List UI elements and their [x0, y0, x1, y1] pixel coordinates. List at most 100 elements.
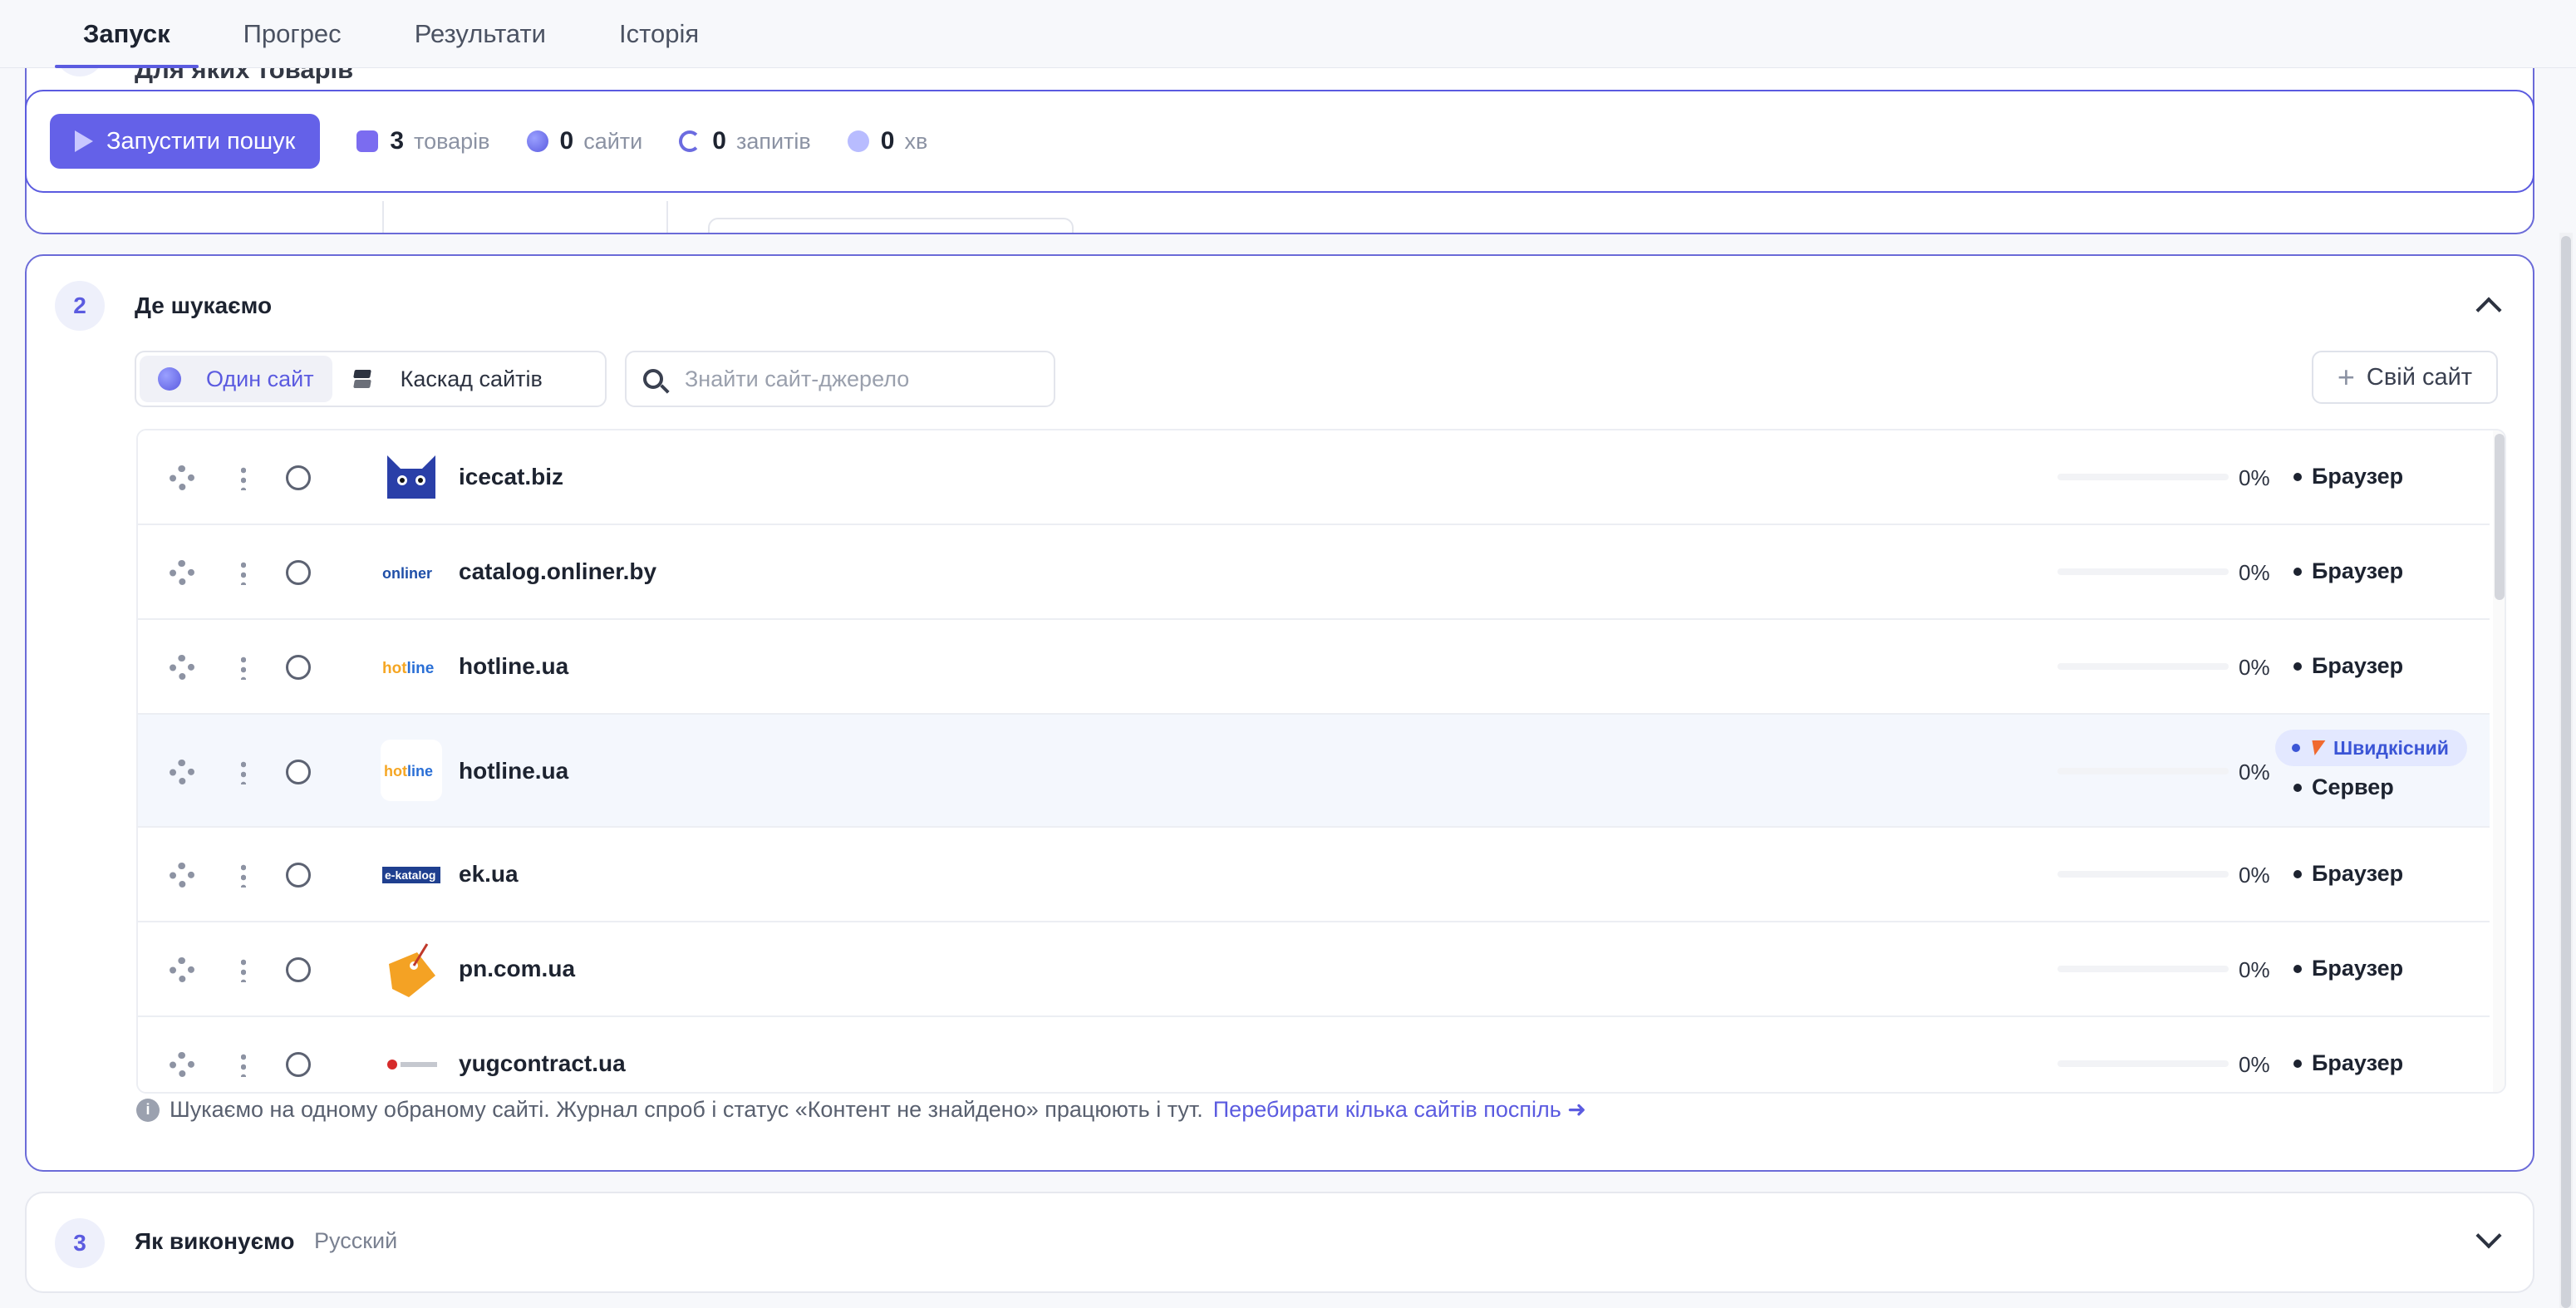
tab-results[interactable]: Результати — [378, 19, 583, 67]
list-scrollbar-thumb[interactable] — [2495, 434, 2505, 600]
execution-mode: Браузер — [2293, 558, 2403, 584]
site-radio[interactable] — [286, 760, 311, 784]
site-list: icecat.biz 0% Браузер onliner catalog.on… — [136, 429, 2506, 1094]
progress-percent: 0% — [2239, 1052, 2270, 1077]
add-site-label: Свій сайт — [2366, 363, 2473, 391]
more-vertical-icon[interactable] — [241, 655, 246, 680]
field-stub — [708, 218, 1074, 233]
tab-progress[interactable]: Прогрес — [207, 19, 378, 67]
site-name: ek.ua — [459, 861, 519, 887]
svg-text:hotline: hotline — [382, 660, 434, 677]
site-radio[interactable] — [286, 957, 311, 982]
site-name: hotline.ua — [459, 653, 569, 679]
run-search-label: Запустити пошук — [106, 127, 296, 155]
stat-value: 3 — [390, 127, 405, 155]
ekatalog-logo: e-katalog — [381, 844, 442, 906]
add-own-site-button[interactable]: + Свій сайт — [2312, 351, 2498, 404]
svg-text:hotline: hotline — [384, 763, 433, 779]
pn-logo — [381, 939, 442, 1001]
stat-value: 0 — [712, 127, 726, 155]
site-name: icecat.biz — [459, 464, 564, 489]
progress-percent: 0% — [2239, 760, 2270, 784]
mode-single-site[interactable]: Один сайт — [140, 356, 332, 402]
progress-bar — [2057, 474, 2229, 480]
expand-chevron-icon[interactable] — [2475, 1222, 2502, 1249]
progress-percent: 0% — [2239, 655, 2270, 680]
gear-icon[interactable] — [170, 863, 194, 888]
more-vertical-icon[interactable] — [241, 1052, 246, 1077]
section-number: 3 — [55, 1218, 105, 1268]
lightning-icon — [2308, 740, 2326, 755]
stat-minutes: 0 хв — [847, 127, 927, 155]
site-radio[interactable] — [286, 1052, 311, 1077]
top-tabs: Запуск Прогрес Результати Історія — [0, 0, 2576, 68]
stat-requests: 0 запитів — [679, 127, 811, 155]
page-scrollbar-thumb[interactable] — [2561, 236, 2571, 1308]
site-radio[interactable] — [286, 465, 311, 490]
info-icon: i — [136, 1098, 160, 1122]
site-name: pn.com.ua — [459, 956, 576, 981]
gear-icon[interactable] — [170, 655, 194, 680]
execution-mode: Браузер — [2293, 956, 2403, 981]
site-row[interactable]: pn.com.ua 0% Браузер — [138, 922, 2490, 1017]
collapse-chevron-icon[interactable] — [2475, 297, 2502, 323]
clock-icon — [847, 130, 869, 152]
run-search-button[interactable]: Запустити пошук — [50, 114, 321, 169]
tab-launch[interactable]: Запуск — [47, 19, 207, 68]
hotline-logo: hotline — [381, 637, 442, 698]
cascade-link[interactable]: Перебирати кілька сайтів поспіль ➜ — [1213, 1097, 1586, 1123]
progress-bar — [2057, 768, 2229, 774]
execution-mode: Браузер — [2293, 861, 2403, 887]
site-search-input[interactable] — [685, 366, 1034, 392]
site-row[interactable]: onliner catalog.onliner.by 0% Браузер — [138, 525, 2490, 620]
stat-sites: 0 сайти — [526, 127, 642, 155]
site-row[interactable]: hotline hotline.ua 0% Швидкісний Сервер — [138, 715, 2490, 828]
globe-icon — [158, 367, 181, 391]
progress-percent: 0% — [2239, 957, 2270, 982]
section-title: Де шукаємо — [135, 293, 273, 318]
more-vertical-icon[interactable] — [241, 957, 246, 982]
site-radio[interactable] — [286, 863, 311, 888]
mode-label: Каскад сайтів — [400, 366, 543, 391]
more-vertical-icon[interactable] — [241, 760, 246, 784]
more-vertical-icon[interactable] — [241, 465, 246, 490]
progress-bar — [2057, 568, 2229, 575]
stat-label: товарів — [414, 128, 490, 154]
site-name: catalog.onliner.by — [459, 558, 657, 584]
tab-history[interactable]: Історія — [583, 19, 735, 67]
mode-cascade[interactable]: Каскад сайтів — [332, 356, 561, 402]
progress-percent: 0% — [2239, 863, 2270, 888]
site-row[interactable]: e-katalog ek.ua 0% Браузер — [138, 828, 2490, 922]
divider — [382, 201, 384, 233]
gear-icon[interactable] — [170, 560, 194, 585]
section-where: 2 Де шукаємо Один сайт Каскад сайтів + С… — [25, 254, 2534, 1172]
gear-icon[interactable] — [170, 957, 194, 982]
globe-icon — [526, 130, 548, 152]
gear-icon[interactable] — [170, 1052, 194, 1077]
divider — [666, 201, 668, 233]
search-icon — [643, 369, 663, 389]
more-vertical-icon[interactable] — [241, 863, 246, 888]
fast-badge: Швидкісний — [2275, 730, 2467, 766]
site-search — [625, 351, 1055, 407]
yugcontract-logo — [381, 1034, 442, 1092]
gear-icon[interactable] — [170, 760, 194, 784]
more-vertical-icon[interactable] — [241, 560, 246, 585]
box-icon — [356, 130, 379, 152]
site-row[interactable]: hotline hotline.ua 0% Браузер — [138, 620, 2490, 715]
layers-icon — [351, 368, 376, 390]
info-text: Шукаємо на одному обраному сайті. Журнал… — [170, 1097, 1203, 1122]
info-hint: i Шукаємо на одному обраному сайті. Журн… — [136, 1097, 1586, 1123]
progress-percent: 0% — [2239, 560, 2270, 585]
site-radio[interactable] — [286, 560, 311, 585]
refresh-icon — [679, 130, 701, 152]
mode-label: Один сайт — [206, 366, 314, 391]
execution-mode: Сервер — [2293, 774, 2394, 800]
section-number: 2 — [55, 281, 105, 331]
site-row[interactable]: icecat.biz 0% Браузер — [138, 430, 2490, 525]
site-radio[interactable] — [286, 655, 311, 680]
site-row[interactable]: yugcontract.ua 0% Браузер — [138, 1017, 2490, 1092]
section-how[interactable]: 3 Як виконуємо Русский — [25, 1192, 2534, 1293]
gear-icon[interactable] — [170, 465, 194, 490]
progress-bar — [2057, 663, 2229, 670]
